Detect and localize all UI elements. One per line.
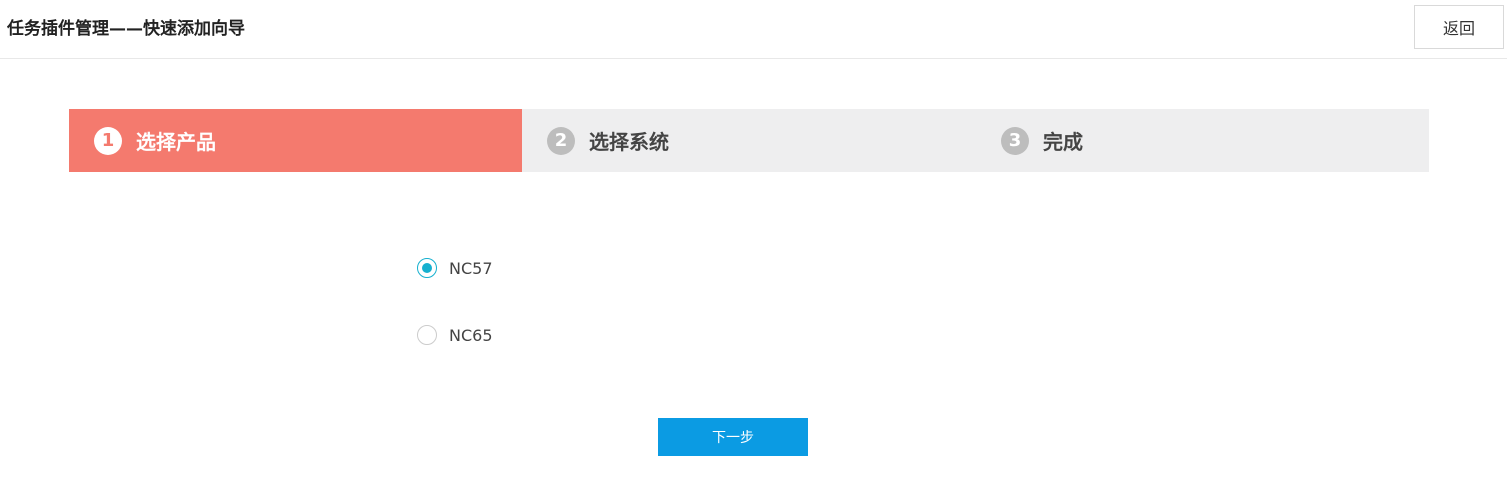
radio-option-nc65[interactable]: NC65	[417, 325, 493, 345]
step-label: 完成	[1043, 130, 1083, 154]
step-number-2-icon: 2	[547, 126, 575, 155]
next-step-button[interactable]: 下一步	[658, 418, 808, 456]
radio-option-nc57[interactable]: NC57	[417, 258, 493, 278]
radio-checked-icon[interactable]	[417, 258, 437, 278]
radio-label: NC65	[449, 325, 493, 345]
step-number-1-icon: 1	[94, 126, 122, 155]
step-select-product: 1 选择产品	[69, 109, 522, 172]
page-title: 任务插件管理——快速添加向导	[7, 19, 245, 39]
step-complete: 3 完成	[975, 109, 1429, 172]
step-label: 选择系统	[589, 130, 669, 154]
step-select-system: 2 选择系统	[522, 109, 975, 172]
radio-unchecked-icon[interactable]	[417, 325, 437, 345]
wizard-steps: 1 选择产品 2 选择系统 3 完成	[69, 109, 1429, 172]
back-button[interactable]: 返回	[1414, 5, 1504, 49]
step-number-3-icon: 3	[1001, 126, 1029, 155]
step-label: 选择产品	[136, 130, 216, 154]
page-header: 任务插件管理——快速添加向导 返回	[0, 0, 1507, 59]
radio-label: NC57	[449, 258, 493, 278]
